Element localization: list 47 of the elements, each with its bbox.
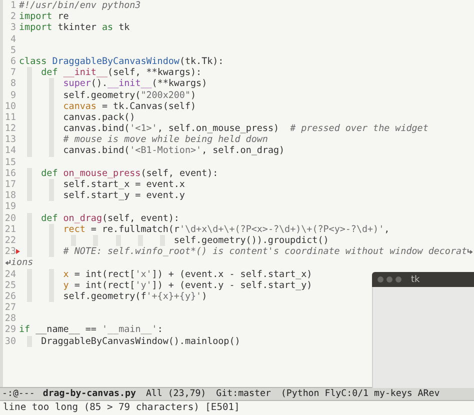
line-number: 29 — [4, 324, 16, 336]
line-number: 11 — [4, 112, 16, 124]
code-line: ions — [11, 257, 34, 268]
line-number: 21 — [4, 224, 16, 235]
line-number: 15 — [4, 156, 16, 168]
window-title: tk — [411, 274, 420, 284]
line-number: 1 — [9, 0, 16, 12]
line-number: 28 — [4, 313, 16, 324]
line-number: 22 — [4, 234, 16, 246]
echo-message: line too long (85 > 79 characters) [E501] — [3, 402, 240, 413]
line-number: 12 — [4, 123, 16, 134]
line-number: 4 — [9, 34, 16, 45]
code-line: import tkinter as tk — [18, 22, 130, 34]
mode-line-text: drag-by-canvas.py — [42, 388, 136, 400]
line-number: 18 — [4, 190, 16, 202]
line-number: 2 — [9, 11, 16, 22]
line-number: 9 — [9, 90, 16, 101]
mode-line-text: All (23,79) — [146, 388, 206, 400]
line-number: 6 — [9, 56, 16, 68]
line-number: 30 — [4, 336, 16, 347]
line-number: 10 — [4, 100, 16, 112]
mode-line-text: Git:master — [216, 388, 271, 400]
code-line: import re — [18, 11, 69, 22]
line-number: 3 — [9, 22, 16, 34]
line-number: 25 — [4, 280, 16, 291]
line-wrap-icon — [5, 259, 11, 266]
line-number: 17 — [4, 179, 16, 190]
line-number: 8 — [9, 78, 16, 90]
line-number: 27 — [4, 302, 16, 314]
window-titlebar[interactable]: tk — [372, 272, 474, 287]
code-line: #!/usr/bin/env python3 — [18, 0, 141, 12]
mode-line-text: (Python FlyC:0/1 my-keys ARev — [280, 388, 440, 400]
line-number: 23 — [3, 246, 16, 258]
code-line: if __name__ == '__main__': — [18, 324, 163, 336]
line-number: 5 — [9, 44, 16, 56]
line-wrap-icon — [467, 248, 474, 256]
line-number: 24 — [4, 268, 16, 280]
line-number: 7 — [9, 67, 16, 78]
line-number: 19 — [4, 201, 16, 213]
line-number: 14 — [4, 145, 16, 157]
line-number: 16 — [4, 168, 16, 179]
line-number: 26 — [4, 290, 16, 302]
mode-line-text: -:@--- — [2, 388, 35, 400]
window-controls-icon[interactable] — [377, 276, 403, 283]
line-number: 13 — [4, 134, 16, 146]
code-line: class DraggableByCanvasWindow(tk.Tk): — [18, 56, 224, 68]
line-number: 20 — [4, 212, 16, 224]
